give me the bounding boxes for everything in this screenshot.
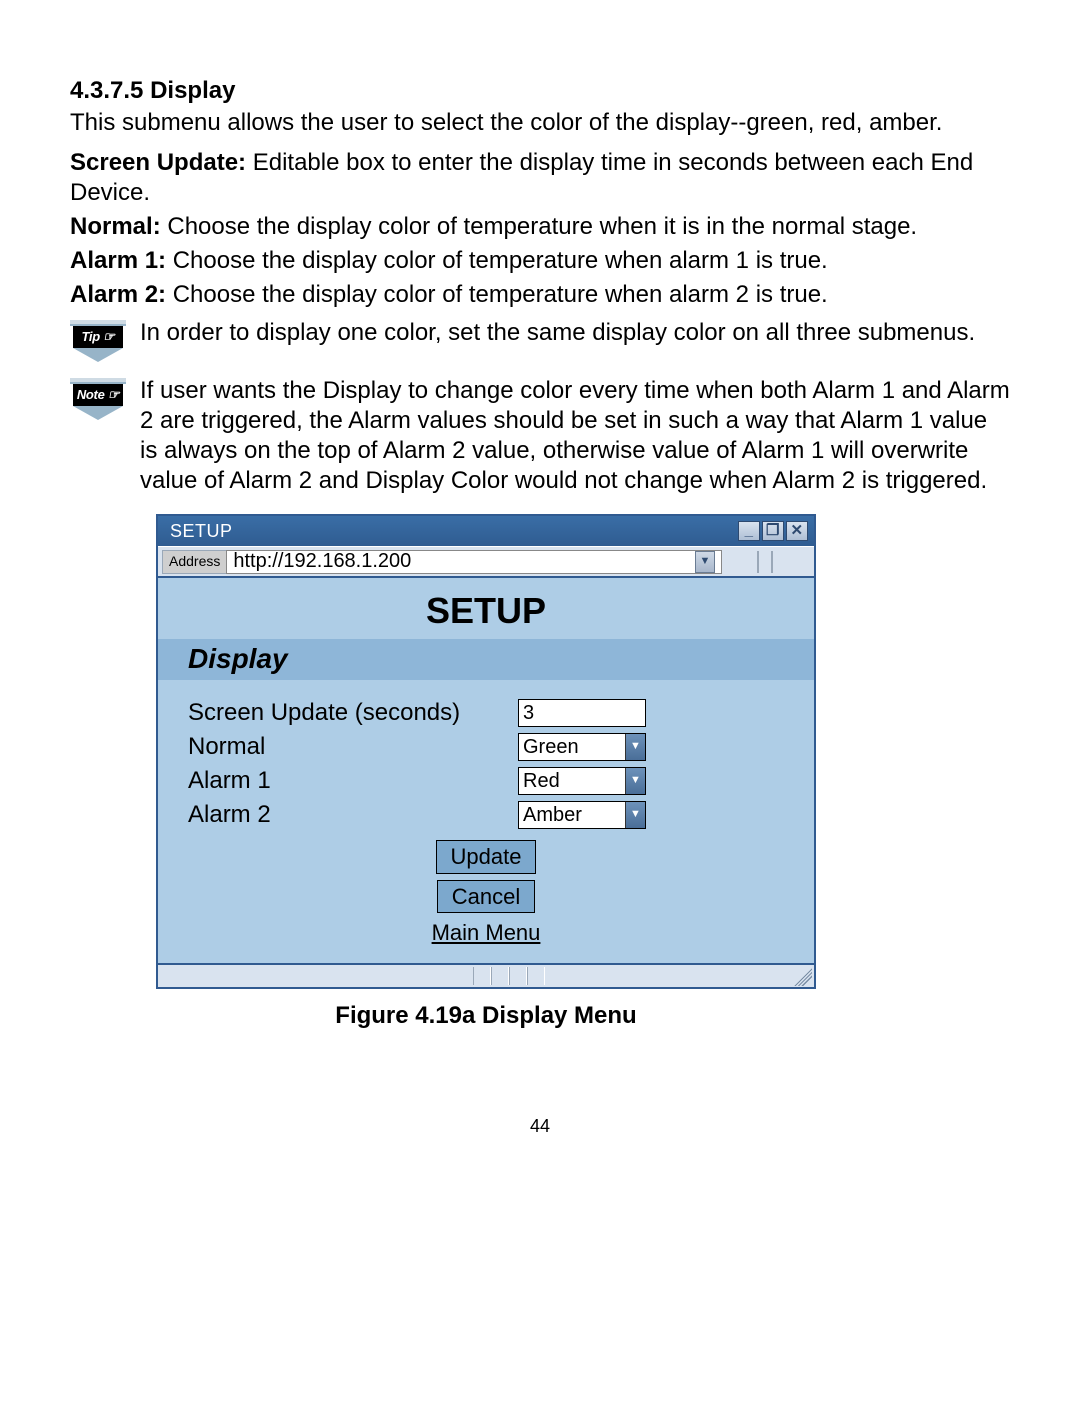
tip-callout: Tip ☞ In order to display one color, set… xyxy=(70,318,1010,362)
tip-icon: Tip ☞ xyxy=(70,320,126,362)
address-input[interactable]: http://192.168.1.200 ▼ xyxy=(226,550,722,574)
button-stack: Update Cancel Main Menu xyxy=(188,840,784,947)
row-alarm1: Alarm 1 Red ▼ xyxy=(188,766,784,796)
note-text: If user wants the Display to change colo… xyxy=(140,376,1010,496)
figure-caption: Figure 4.19a Display Menu xyxy=(70,1001,816,1031)
update-button[interactable]: Update xyxy=(436,840,537,874)
window-minimize-button[interactable]: _ xyxy=(738,521,760,541)
intro-paragraph: This submenu allows the user to select t… xyxy=(70,108,1010,138)
screen-update-input[interactable]: 3 xyxy=(518,699,646,727)
alarm2-select[interactable]: Amber ▼ xyxy=(518,801,646,829)
alarm2-value: Amber xyxy=(523,803,582,828)
section-heading: 4.3.7.5 Display xyxy=(70,76,1010,106)
throbber-icon xyxy=(757,551,773,573)
tip-text: In order to display one color, set the s… xyxy=(140,318,1010,348)
section-number: 4.3.7.5 xyxy=(70,77,143,104)
alarm2-def: Choose the display color of temperature … xyxy=(166,281,828,308)
screen-update-label: Screen Update (seconds) xyxy=(188,698,518,728)
window-statusbar xyxy=(158,963,814,987)
alarm1-def: Choose the display color of temperature … xyxy=(166,247,828,274)
tip-badge-label: Tip ☞ xyxy=(73,326,123,348)
note-callout: Note ☞ If user wants the Display to chan… xyxy=(70,376,1010,496)
chevron-down-icon[interactable]: ▼ xyxy=(625,734,645,760)
alarm1-term: Alarm 1: xyxy=(70,247,166,274)
alarm2-description: Alarm 2: Choose the display color of tem… xyxy=(70,280,1010,310)
address-label: Address xyxy=(162,550,226,574)
chevron-down-icon[interactable]: ▼ xyxy=(625,802,645,828)
alarm1-value: Red xyxy=(523,769,560,794)
window-content: SETUP Display Screen Update (seconds) 3 … xyxy=(158,576,814,963)
window-title: SETUP xyxy=(170,520,738,543)
cancel-button[interactable]: Cancel xyxy=(437,880,535,914)
setup-window: SETUP _ ❐ ✕ Address http://192.168.1.200… xyxy=(156,514,816,989)
screen-update-description: Screen Update: Editable box to enter the… xyxy=(70,148,1010,208)
normal-def: Choose the display color of temperature … xyxy=(161,213,917,240)
normal-description: Normal: Choose the display color of temp… xyxy=(70,212,1010,242)
address-value: http://192.168.1.200 xyxy=(233,549,411,574)
page-number: 44 xyxy=(70,1115,1010,1138)
normal-value: Green xyxy=(523,735,579,760)
alarm1-select[interactable]: Red ▼ xyxy=(518,767,646,795)
resize-grip-icon[interactable] xyxy=(794,968,812,986)
screen-update-value: 3 xyxy=(523,701,534,726)
normal-select[interactable]: Green ▼ xyxy=(518,733,646,761)
screen-update-term: Screen Update: xyxy=(70,149,246,176)
alarm2-label: Alarm 2 xyxy=(188,800,518,830)
section-title: Display xyxy=(150,77,235,104)
alarm2-term: Alarm 2: xyxy=(70,281,166,308)
chevron-down-icon[interactable]: ▼ xyxy=(625,768,645,794)
page-title: SETUP xyxy=(158,578,814,639)
address-dropdown-button[interactable]: ▼ xyxy=(695,551,715,573)
display-form: Screen Update (seconds) 3 Normal Green ▼ xyxy=(158,680,814,963)
row-normal: Normal Green ▼ xyxy=(188,732,784,762)
normal-label: Normal xyxy=(188,732,518,762)
note-icon: Note ☞ xyxy=(70,378,126,420)
row-screen-update: Screen Update (seconds) 3 xyxy=(188,698,784,728)
alarm1-label: Alarm 1 xyxy=(188,766,518,796)
alarm1-description: Alarm 1: Choose the display color of tem… xyxy=(70,246,1010,276)
address-toolbar: Address http://192.168.1.200 ▼ xyxy=(158,546,814,576)
normal-term: Normal: xyxy=(70,213,161,240)
note-badge-label: Note ☞ xyxy=(73,384,123,406)
toolbar-spacer xyxy=(722,550,810,574)
window-titlebar: SETUP _ ❐ ✕ xyxy=(158,516,814,546)
main-menu-link[interactable]: Main Menu xyxy=(432,919,541,947)
row-alarm2: Alarm 2 Amber ▼ xyxy=(188,800,784,830)
window-maximize-button[interactable]: ❐ xyxy=(762,521,784,541)
window-close-button[interactable]: ✕ xyxy=(786,521,808,541)
panel-heading: Display xyxy=(158,639,814,680)
